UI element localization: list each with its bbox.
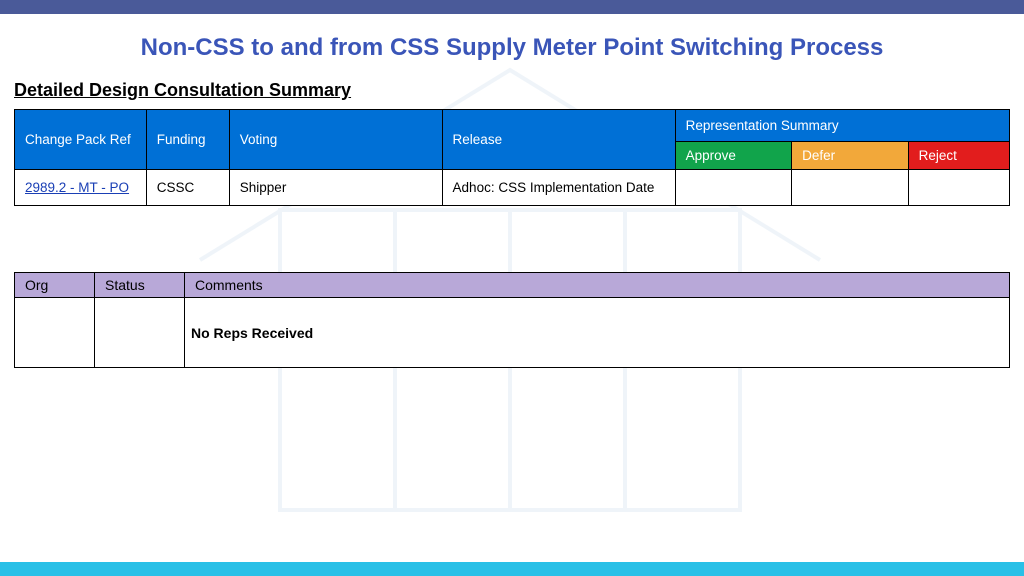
cell-status [95, 298, 185, 368]
col-header-change-pack-ref: Change Pack Ref [15, 110, 147, 170]
cell-comments: No Reps Received [185, 298, 1010, 368]
cell-org [15, 298, 95, 368]
col-header-rep-summary: Representation Summary [675, 110, 1009, 142]
cell-defer [792, 170, 909, 206]
col-header-voting: Voting [229, 110, 442, 170]
change-pack-ref-link[interactable]: 2989.2 - MT - PO [25, 180, 129, 195]
cell-approve [675, 170, 792, 206]
cell-change-pack-ref: 2989.2 - MT - PO [15, 170, 147, 206]
col-header-funding: Funding [146, 110, 229, 170]
table-row: No Reps Received [15, 298, 1010, 368]
cell-funding: CSSC [146, 170, 229, 206]
col-header-comments: Comments [185, 273, 1010, 298]
spacer [14, 206, 1010, 272]
col-header-status: Status [95, 273, 185, 298]
slide-content: Non-CSS to and from CSS Supply Meter Poi… [0, 34, 1024, 368]
page-title: Non-CSS to and from CSS Supply Meter Poi… [14, 34, 1010, 62]
top-accent-bar [0, 0, 1024, 14]
col-header-release: Release [442, 110, 675, 170]
table-row: 2989.2 - MT - PO CSSC Shipper Adhoc: CSS… [15, 170, 1010, 206]
bottom-accent-bar [0, 562, 1024, 576]
col-header-reject: Reject [908, 142, 1009, 170]
col-header-org: Org [15, 273, 95, 298]
section-heading: Detailed Design Consultation Summary [14, 80, 1010, 101]
col-header-approve: Approve [675, 142, 792, 170]
no-reps-label: No Reps Received [191, 325, 313, 341]
cell-reject [908, 170, 1009, 206]
reps-table: Org Status Comments No Reps Received [14, 272, 1010, 368]
cell-voting: Shipper [229, 170, 442, 206]
col-header-defer: Defer [792, 142, 909, 170]
consultation-summary-table: Change Pack Ref Funding Voting Release R… [14, 109, 1010, 206]
cell-release: Adhoc: CSS Implementation Date [442, 170, 675, 206]
